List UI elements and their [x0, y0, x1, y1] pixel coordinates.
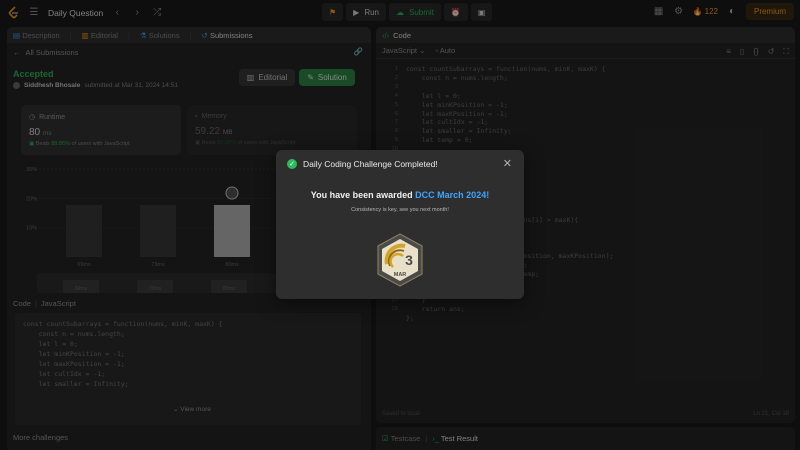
badge-month: MAR [394, 272, 407, 278]
check-circle-icon: ✓ [287, 159, 297, 169]
close-icon[interactable]: ✕ [503, 157, 512, 170]
dcc-badge-icon: 3 MAR [377, 233, 423, 287]
badge-number: 3 [405, 252, 413, 268]
award-subtitle: Consistency is key, see you next month! [351, 207, 449, 213]
modal-header: ✓ Daily Coding Challenge Completed! [287, 159, 438, 169]
daily-challenge-modal: ✓ Daily Coding Challenge Completed! ✕ Yo… [276, 150, 524, 299]
award-message: You have been awarded DCC March 2024! [310, 190, 490, 200]
award-name: DCC March 2024! [415, 190, 490, 200]
